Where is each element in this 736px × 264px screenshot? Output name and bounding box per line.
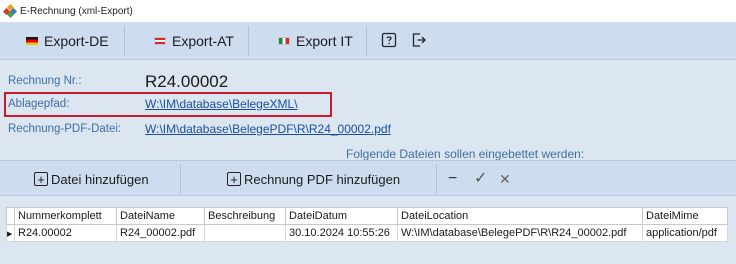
add-invoice-pdf-button[interactable]: + Rechnung PDF hinzufügen <box>227 161 400 197</box>
toolbar-divider <box>248 26 249 56</box>
help-button[interactable] <box>380 31 398 49</box>
italy-flag-icon <box>278 37 290 45</box>
help-icon <box>381 32 397 48</box>
toolbar-divider <box>436 164 437 194</box>
export-at-label: Export-AT <box>172 33 234 49</box>
add-invoice-pdf-label: Rechnung PDF hinzufügen <box>244 171 401 187</box>
cell-dateimime[interactable]: application/pdf <box>642 224 728 242</box>
remove-icon[interactable]: − <box>448 170 457 188</box>
column-header[interactable]: DateiLocation <box>397 207 643 225</box>
table-row[interactable]: ▶ R24.00002 R24_00002.pdf 30.10.2024 10:… <box>6 224 728 242</box>
window-title: E-Rechnung (xml-Export) <box>20 5 133 17</box>
exit-icon <box>412 33 426 47</box>
toolbar-divider <box>124 26 125 56</box>
cell-nummerkomplett[interactable]: R24.00002 <box>14 224 117 242</box>
invoice-pdf-label: Rechnung-PDF-Datei: <box>8 123 122 135</box>
cell-dateiname[interactable]: R24_00002.pdf <box>116 224 205 242</box>
cancel-icon[interactable]: ✕ <box>499 170 511 188</box>
title-bar: E-Rechnung (xml-Export) <box>0 0 736 22</box>
export-it-label: Export IT <box>296 33 353 49</box>
app-icon <box>2 3 18 19</box>
exit-button[interactable] <box>410 31 428 49</box>
attachments-grid-area: Nummerkomplett DateiName Beschreibung Da… <box>0 197 736 264</box>
column-header[interactable]: Nummerkomplett <box>14 207 117 225</box>
row-header-corner <box>6 207 15 225</box>
attachments-table: Nummerkomplett DateiName Beschreibung Da… <box>6 207 728 242</box>
add-file-label: Datei hinzufügen <box>51 171 149 187</box>
confirm-icon[interactable]: ✓ <box>474 170 487 188</box>
invoice-number-value: R24.00002 <box>145 72 229 91</box>
invoice-number-label: Rechnung Nr.: <box>8 75 82 87</box>
column-header[interactable]: DateiName <box>116 207 205 225</box>
main-toolbar: Export-DE Export-AT Export IT <box>0 22 736 60</box>
plus-icon: + <box>227 172 241 186</box>
export-it-button[interactable]: Export IT <box>278 22 353 60</box>
export-at-button[interactable]: Export-AT <box>154 22 234 60</box>
cell-beschreibung[interactable] <box>204 224 286 242</box>
plus-icon: + <box>34 172 48 186</box>
column-header[interactable]: DateiMime <box>642 207 728 225</box>
austria-flag-icon <box>154 37 166 45</box>
highlight-box <box>4 92 332 117</box>
export-de-button[interactable]: Export-DE <box>26 22 109 60</box>
column-header[interactable]: DateiDatum <box>285 207 398 225</box>
embed-files-heading: Folgende Dateien sollen eingebettet werd… <box>346 147 585 161</box>
column-header[interactable]: Beschreibung <box>204 207 286 225</box>
export-de-label: Export-DE <box>44 33 109 49</box>
toolbar-divider <box>180 164 181 194</box>
current-row-indicator-icon: ▶ <box>6 224 15 242</box>
invoice-pdf-link[interactable]: W:\IM\database\BelegePDF\R\R24_00002.pdf <box>145 122 391 136</box>
add-file-button[interactable]: + Datei hinzufügen <box>34 161 149 197</box>
attachments-toolbar: + Datei hinzufügen + Rechnung PDF hinzuf… <box>0 160 736 196</box>
table-header-row: Nummerkomplett DateiName Beschreibung Da… <box>6 207 728 225</box>
germany-flag-icon <box>26 37 38 45</box>
toolbar-divider <box>366 26 367 56</box>
cell-dateilocation[interactable]: W:\IM\database\BelegePDF\R\R24_00002.pdf <box>397 224 643 242</box>
cell-dateidatum[interactable]: 30.10.2024 10:55:26 <box>285 224 398 242</box>
